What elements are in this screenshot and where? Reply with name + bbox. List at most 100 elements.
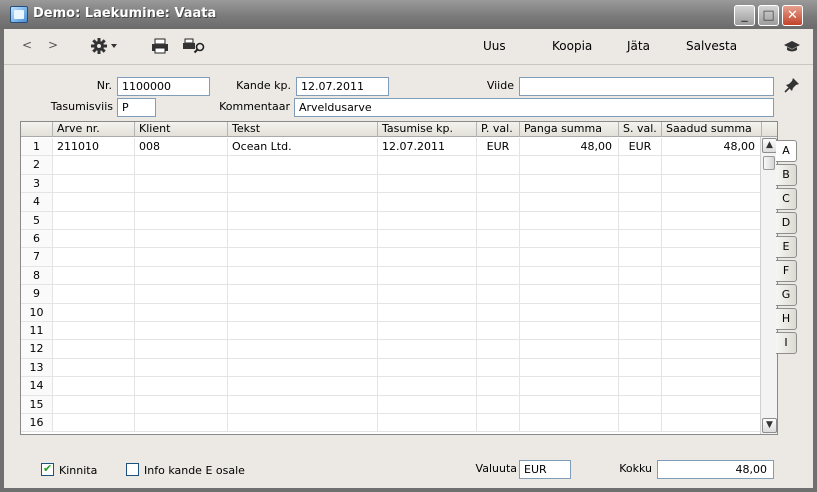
cell-invoice-nr[interactable]: [53, 340, 135, 359]
cell-bank-currency[interactable]: [477, 377, 520, 396]
cell-client[interactable]: [135, 322, 228, 341]
table-row[interactable]: 4: [21, 193, 762, 212]
cell-bank-amount[interactable]: [520, 322, 619, 341]
cell-bank-amount[interactable]: [520, 266, 619, 286]
cell-received-currency[interactable]: [619, 193, 662, 212]
cell-bank-amount[interactable]: [520, 156, 619, 175]
cell-invoice-nr[interactable]: [53, 193, 135, 212]
cell-invoice-nr[interactable]: [53, 266, 135, 286]
cell-received-amount[interactable]: [662, 156, 762, 175]
gear-icon[interactable]: [90, 37, 120, 58]
cell-bank-amount[interactable]: [520, 211, 619, 230]
cell-bank-currency[interactable]: EUR: [477, 138, 520, 157]
table-row[interactable]: 11: [21, 322, 762, 341]
col-header-invoice-nr[interactable]: Arve nr.: [53, 122, 135, 137]
cell-invoice-nr[interactable]: [53, 322, 135, 341]
cell-text[interactable]: [228, 211, 378, 230]
cell-payment-date[interactable]: 12.07.2011: [378, 138, 477, 157]
maximize-button[interactable]: □: [758, 5, 779, 26]
cell-payment-date[interactable]: [378, 230, 477, 249]
cell-client[interactable]: [135, 174, 228, 194]
cell-received-currency[interactable]: EUR: [619, 138, 662, 157]
nav-next-button[interactable]: >: [48, 38, 58, 52]
cell-bank-amount[interactable]: [520, 285, 619, 304]
cell-received-amount[interactable]: [662, 414, 762, 433]
nr-field[interactable]: 1100000: [117, 77, 210, 96]
cell-received-amount[interactable]: [662, 174, 762, 194]
cell-received-currency[interactable]: [619, 248, 662, 267]
table-row[interactable]: 6: [21, 230, 762, 249]
skip-button[interactable]: Jäta: [627, 39, 650, 53]
cell-client[interactable]: 008: [135, 138, 228, 157]
date-field[interactable]: 12.07.2011: [296, 77, 389, 96]
cell-bank-currency[interactable]: [477, 211, 520, 230]
info-checkbox[interactable]: [126, 463, 139, 476]
cell-invoice-nr[interactable]: [53, 211, 135, 230]
cell-invoice-nr[interactable]: [53, 303, 135, 322]
cell-payment-date[interactable]: [378, 248, 477, 267]
comment-field[interactable]: Arveldusarve: [294, 98, 774, 117]
cell-bank-currency[interactable]: [477, 285, 520, 304]
col-header-bank-amount[interactable]: Panga summa: [520, 122, 619, 137]
cell-bank-currency[interactable]: [477, 230, 520, 249]
cell-client[interactable]: [135, 377, 228, 396]
cell-received-currency[interactable]: [619, 285, 662, 304]
cell-text[interactable]: [228, 340, 378, 359]
cell-bank-currency[interactable]: [477, 174, 520, 194]
cell-bank-currency[interactable]: [477, 358, 520, 378]
cell-text[interactable]: [228, 156, 378, 175]
cell-bank-currency[interactable]: [477, 340, 520, 359]
new-button[interactable]: Uus: [483, 39, 506, 53]
cell-received-currency[interactable]: [619, 156, 662, 175]
cell-received-currency[interactable]: [619, 303, 662, 322]
cell-bank-currency[interactable]: [477, 193, 520, 212]
cell-invoice-nr[interactable]: [53, 248, 135, 267]
cell-received-amount[interactable]: [662, 377, 762, 396]
cell-bank-currency[interactable]: [477, 414, 520, 433]
cell-received-amount[interactable]: [662, 303, 762, 322]
col-header-received-currency[interactable]: S. val.: [619, 122, 662, 137]
cell-bank-amount[interactable]: [520, 230, 619, 249]
nav-prev-button[interactable]: <: [22, 38, 32, 52]
tab-a[interactable]: A: [776, 140, 797, 162]
cell-bank-currency[interactable]: [477, 156, 520, 175]
cell-invoice-nr[interactable]: [53, 395, 135, 414]
cell-client[interactable]: [135, 414, 228, 433]
pin-icon[interactable]: [784, 77, 800, 96]
table-row[interactable]: 2: [21, 156, 762, 175]
save-button[interactable]: Salvesta: [686, 39, 737, 53]
cell-received-currency[interactable]: [619, 377, 662, 396]
cell-bank-amount[interactable]: [520, 248, 619, 267]
copy-button[interactable]: Koopia: [552, 39, 592, 53]
cell-client[interactable]: [135, 285, 228, 304]
cell-bank-amount[interactable]: 48,00: [520, 138, 619, 157]
cell-received-currency[interactable]: [619, 266, 662, 286]
cell-invoice-nr[interactable]: [53, 230, 135, 249]
cell-payment-date[interactable]: [378, 395, 477, 414]
tab-e[interactable]: E: [776, 236, 797, 258]
cell-bank-amount[interactable]: [520, 303, 619, 322]
cell-bank-amount[interactable]: [520, 377, 619, 396]
cell-bank-amount[interactable]: [520, 174, 619, 194]
cell-received-currency[interactable]: [619, 211, 662, 230]
col-header-text[interactable]: Tekst: [228, 122, 378, 137]
cell-text[interactable]: [228, 266, 378, 286]
cell-invoice-nr[interactable]: [53, 414, 135, 433]
cell-bank-currency[interactable]: [477, 248, 520, 267]
currency-field[interactable]: EUR: [519, 460, 571, 479]
scroll-up-icon[interactable]: ▲: [762, 138, 777, 153]
cell-payment-date[interactable]: [378, 285, 477, 304]
confirm-checkbox[interactable]: [41, 462, 54, 476]
col-header-client[interactable]: Klient: [135, 122, 228, 137]
cell-payment-date[interactable]: [378, 414, 477, 433]
cell-bank-currency[interactable]: [477, 266, 520, 286]
cell-invoice-nr[interactable]: 211010: [53, 138, 135, 157]
cell-client[interactable]: [135, 358, 228, 378]
cell-payment-date[interactable]: [378, 174, 477, 194]
cell-text[interactable]: [228, 174, 378, 194]
cell-text[interactable]: [228, 285, 378, 304]
cell-invoice-nr[interactable]: [53, 377, 135, 396]
cell-received-amount[interactable]: [662, 340, 762, 359]
table-row[interactable]: 10: [21, 303, 762, 322]
col-header-bank-currency[interactable]: P. val.: [477, 122, 520, 137]
